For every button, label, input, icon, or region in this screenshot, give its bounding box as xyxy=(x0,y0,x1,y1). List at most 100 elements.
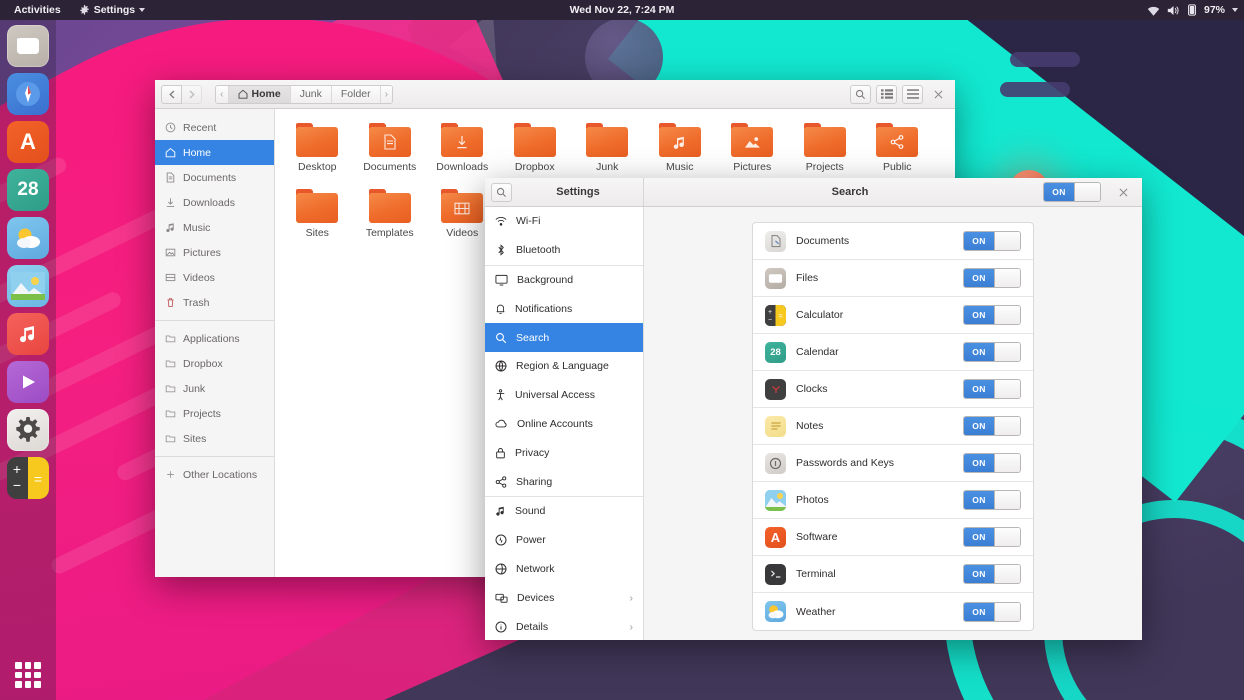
table-row[interactable]: 28 Calendar ON xyxy=(753,334,1033,371)
file-item[interactable]: Junk xyxy=(571,119,644,173)
file-item[interactable]: Documents xyxy=(354,119,427,173)
dock-item-calendar[interactable]: 28 xyxy=(7,169,49,211)
show-applications-button[interactable] xyxy=(15,662,41,688)
app-menu-label: Settings xyxy=(94,4,135,16)
master-search-toggle[interactable]: ON xyxy=(1043,182,1101,202)
dock-item-files[interactable] xyxy=(7,25,49,67)
settings-item-devices[interactable]: Devices › xyxy=(485,583,643,612)
app-toggle[interactable]: ON xyxy=(963,416,1021,436)
app-toggle[interactable]: ON xyxy=(963,602,1021,622)
system-status-area[interactable]: 97% xyxy=(1147,4,1238,16)
dock-item-calculator[interactable]: + − = xyxy=(7,457,49,499)
file-item[interactable]: Dropbox xyxy=(499,119,572,173)
battery-icon xyxy=(1187,4,1197,16)
file-manager-header: ‹ Home Junk Folder › xyxy=(155,80,955,109)
file-item[interactable]: Sites xyxy=(281,185,354,239)
table-row[interactable]: Files ON xyxy=(753,260,1033,297)
settings-item-region-language[interactable]: Region & Language xyxy=(485,352,643,381)
sidebar-item-trash[interactable]: Trash xyxy=(155,290,274,315)
table-row[interactable]: Terminal ON xyxy=(753,556,1033,593)
settings-item-network[interactable]: Network xyxy=(485,555,643,584)
app-toggle[interactable]: ON xyxy=(963,527,1021,547)
table-row[interactable]: Documents ON xyxy=(753,223,1033,260)
settings-item-bluetooth[interactable]: Bluetooth xyxy=(485,236,643,265)
table-row[interactable]: Weather ON xyxy=(753,593,1033,630)
dock-item-videos[interactable] xyxy=(7,361,49,403)
search-icon[interactable] xyxy=(850,85,871,104)
sidebar-item-music[interactable]: Music xyxy=(155,215,274,240)
table-row[interactable]: Clocks ON xyxy=(753,371,1033,408)
settings-item-power[interactable]: Power xyxy=(485,526,643,555)
sidebar-item-label: Dropbox xyxy=(183,358,223,370)
sidebar-item-other-locations[interactable]: Other Locations xyxy=(155,462,274,487)
settings-item-privacy[interactable]: Privacy xyxy=(485,438,643,467)
settings-item-sound[interactable]: Sound xyxy=(485,497,643,526)
forward-button[interactable] xyxy=(181,85,202,104)
dock-item-software[interactable]: A xyxy=(7,121,49,163)
dock-item-weather[interactable] xyxy=(7,217,49,259)
sidebar-item-videos[interactable]: Videos xyxy=(155,265,274,290)
search-icon[interactable] xyxy=(491,183,512,202)
app-toggle[interactable]: ON xyxy=(963,268,1021,288)
sidebar-item-sites[interactable]: Sites xyxy=(155,426,274,451)
file-item[interactable]: Music xyxy=(644,119,717,173)
settings-item-wifi[interactable]: Wi-Fi xyxy=(485,207,643,236)
sidebar-item-pictures[interactable]: Pictures xyxy=(155,240,274,265)
dock-item-photos[interactable] xyxy=(7,265,49,307)
sidebar-item-dropbox[interactable]: Dropbox xyxy=(155,351,274,376)
dock-item-settings[interactable] xyxy=(7,409,49,451)
table-row[interactable]: Photos ON xyxy=(753,482,1033,519)
app-toggle[interactable]: ON xyxy=(963,453,1021,473)
app-toggle[interactable]: ON xyxy=(963,305,1021,325)
breadcrumb-item-folder[interactable]: Folder xyxy=(332,86,381,103)
activities-button[interactable]: Activities xyxy=(8,2,67,18)
sidebar-item-applications[interactable]: Applications xyxy=(155,326,274,351)
files-icon xyxy=(765,268,786,289)
table-row[interactable]: Notes ON xyxy=(753,408,1033,445)
table-row[interactable]: A Software ON xyxy=(753,519,1033,556)
breadcrumb-item-junk[interactable]: Junk xyxy=(291,86,332,103)
file-item[interactable]: Projects xyxy=(789,119,862,173)
dock-item-firefox[interactable] xyxy=(7,73,49,115)
list-view-icon[interactable] xyxy=(876,85,897,104)
clock-button[interactable]: Wed Nov 22, 7:24 PM xyxy=(570,4,675,16)
settings-item-background[interactable]: Background xyxy=(485,266,643,295)
toggle-knob xyxy=(994,454,1020,472)
breadcrumb-item-home[interactable]: Home xyxy=(229,86,291,103)
file-item[interactable]: Templates xyxy=(354,185,427,239)
back-button[interactable] xyxy=(161,85,182,104)
breadcrumb-scroll-left[interactable]: ‹ xyxy=(216,86,229,103)
app-toggle[interactable]: ON xyxy=(963,231,1021,251)
sidebar-item-downloads[interactable]: Downloads xyxy=(155,190,274,215)
toggle-on-label: ON xyxy=(964,343,994,361)
dock-item-music[interactable] xyxy=(7,313,49,355)
close-icon[interactable] xyxy=(1113,183,1134,202)
sidebar-item-home[interactable]: Home xyxy=(155,140,274,165)
settings-item-online-accounts[interactable]: Online Accounts xyxy=(485,410,643,439)
sidebar-item-junk[interactable]: Junk xyxy=(155,376,274,401)
table-row[interactable]: +−= Calculator ON xyxy=(753,297,1033,334)
settings-item-search[interactable]: Search xyxy=(485,323,643,352)
file-item[interactable]: Pictures xyxy=(716,119,789,173)
toggle-knob xyxy=(994,380,1020,398)
settings-item-details[interactable]: Details › xyxy=(485,612,643,640)
file-label: Junk xyxy=(571,161,644,173)
file-item[interactable]: Public xyxy=(861,119,934,173)
app-menu-button[interactable]: Settings xyxy=(73,2,151,18)
app-toggle[interactable]: ON xyxy=(963,564,1021,584)
breadcrumb-scroll-right[interactable]: › xyxy=(381,86,393,103)
sidebar-item-recent[interactable]: Recent xyxy=(155,115,274,140)
menu-icon[interactable] xyxy=(902,85,923,104)
file-item[interactable]: Downloads xyxy=(426,119,499,173)
settings-item-universal-access[interactable]: Universal Access xyxy=(485,381,643,410)
app-toggle[interactable]: ON xyxy=(963,342,1021,362)
close-icon[interactable] xyxy=(928,85,949,104)
sidebar-item-projects[interactable]: Projects xyxy=(155,401,274,426)
settings-item-notifications[interactable]: Notifications xyxy=(485,294,643,323)
app-toggle[interactable]: ON xyxy=(963,490,1021,510)
app-toggle[interactable]: ON xyxy=(963,379,1021,399)
sidebar-item-documents[interactable]: Documents xyxy=(155,165,274,190)
table-row[interactable]: Passwords and Keys ON xyxy=(753,445,1033,482)
file-item[interactable]: Desktop xyxy=(281,119,354,173)
settings-item-sharing[interactable]: Sharing xyxy=(485,467,643,496)
